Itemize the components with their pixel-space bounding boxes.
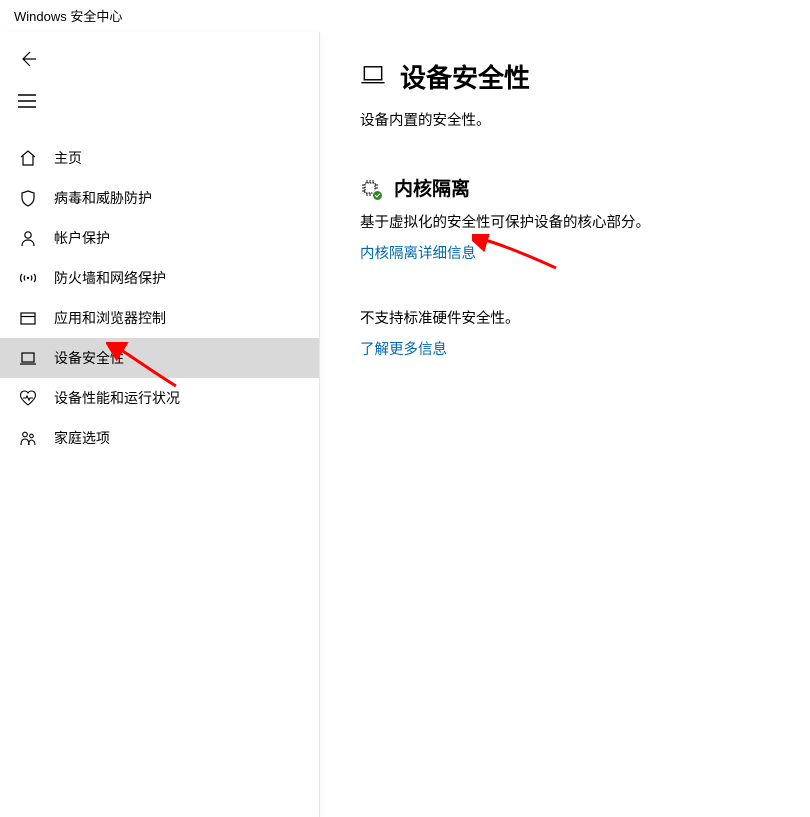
sidebar-item-app-browser[interactable]: 应用和浏览器控制 <box>0 298 319 338</box>
page-title: 设备安全性 <box>400 58 530 95</box>
page-subtitle: 设备内置的安全性。 <box>360 109 810 130</box>
sidebar-item-label: 家庭选项 <box>54 428 110 448</box>
section-desc: 不支持标准硬件安全性。 <box>360 307 810 328</box>
sidebar-item-label: 帐户保护 <box>54 228 110 248</box>
app-container: 主页 病毒和威胁防护 帐户保护 防火墙和网络保护 <box>0 32 810 817</box>
section-hardware-security: 不支持标准硬件安全性。 了解更多信息 <box>360 307 810 359</box>
sidebar-item-family[interactable]: 家庭选项 <box>0 418 319 458</box>
sidebar-item-label: 应用和浏览器控制 <box>54 308 166 328</box>
sidebar-item-label: 防火墙和网络保护 <box>54 268 166 288</box>
menu-button[interactable] <box>0 82 48 124</box>
learn-more-link[interactable]: 了解更多信息 <box>360 338 810 359</box>
sidebar-item-virus[interactable]: 病毒和威胁防护 <box>0 178 319 218</box>
section-desc: 基于虚拟化的安全性可保护设备的核心部分。 <box>360 211 810 232</box>
heart-pulse-icon <box>18 388 38 408</box>
shield-icon <box>18 188 38 208</box>
core-isolation-details-link[interactable]: 内核隔离详细信息 <box>360 242 810 263</box>
sidebar: 主页 病毒和威胁防护 帐户保护 防火墙和网络保护 <box>0 32 320 817</box>
sidebar-item-account[interactable]: 帐户保护 <box>0 218 319 258</box>
sidebar-item-label: 设备安全性 <box>54 348 124 368</box>
app-window-icon <box>18 308 38 328</box>
sidebar-top <box>0 32 319 132</box>
nav-list: 主页 病毒和威胁防护 帐户保护 防火墙和网络保护 <box>0 138 319 458</box>
sidebar-item-label: 设备性能和运行状况 <box>54 388 180 408</box>
sidebar-item-home[interactable]: 主页 <box>0 138 319 178</box>
back-button[interactable] <box>0 40 48 82</box>
sidebar-item-firewall[interactable]: 防火墙和网络保护 <box>0 258 319 298</box>
home-icon <box>18 148 38 168</box>
section-header: 内核隔离 <box>360 174 810 201</box>
device-icon <box>360 61 386 92</box>
check-badge-icon <box>372 190 383 201</box>
sidebar-item-performance[interactable]: 设备性能和运行状况 <box>0 378 319 418</box>
sidebar-item-label: 主页 <box>54 148 82 168</box>
section-core-isolation: 内核隔离 基于虚拟化的安全性可保护设备的核心部分。 内核隔离详细信息 <box>360 174 810 263</box>
family-icon <box>18 428 38 448</box>
main-content: 设备安全性 设备内置的安全性。 内核隔离 基于虚拟化的安全性可保护设备的核心部分… <box>320 32 810 817</box>
hamburger-icon <box>18 94 36 113</box>
back-arrow-icon <box>18 49 38 74</box>
window-title: Windows 安全中心 <box>0 0 810 32</box>
person-icon <box>18 228 38 248</box>
sidebar-item-label: 病毒和威胁防护 <box>54 188 152 208</box>
chip-icon <box>360 178 380 198</box>
section-title: 内核隔离 <box>394 174 470 201</box>
page-header: 设备安全性 <box>360 58 810 95</box>
antenna-icon <box>18 268 38 288</box>
device-icon <box>18 348 38 368</box>
sidebar-item-device-security[interactable]: 设备安全性 <box>0 338 319 378</box>
